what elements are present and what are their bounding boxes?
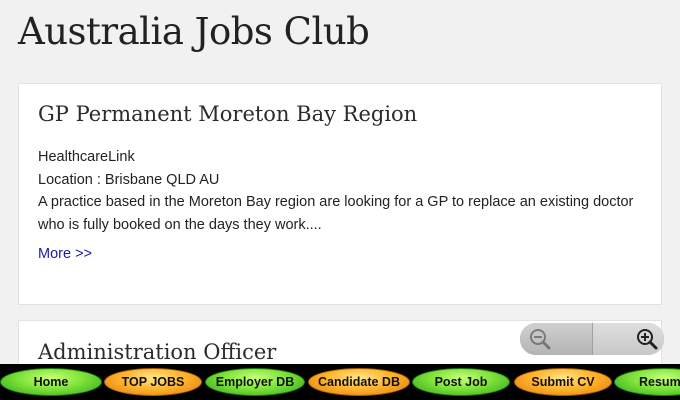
nav-post-job[interactable]: Post Job <box>412 368 510 396</box>
zoom-in-icon <box>637 329 658 350</box>
nav-home[interactable]: Home <box>0 368 102 396</box>
job-title[interactable]: Administration Officer <box>38 340 276 364</box>
zoom-in-button[interactable] <box>592 323 664 355</box>
nav-employer-db[interactable]: Employer DB <box>205 368 305 396</box>
job-description: A practice based in the Moreton Bay regi… <box>38 194 634 233</box>
nav-top-jobs[interactable]: TOP JOBS <box>104 368 202 396</box>
page: Australia Jobs Club GP Permanent Moreton… <box>0 0 680 400</box>
more-link[interactable]: More >> <box>38 246 92 262</box>
job-details: HealthcareLink Location : Brisbane QLD A… <box>38 146 648 236</box>
zoom-control <box>520 323 664 355</box>
nav-resume[interactable]: Resum <box>614 368 680 396</box>
site-title: Australia Jobs Club <box>18 10 370 53</box>
job-company: HealthcareLink <box>38 149 135 165</box>
bottom-nav: Home TOP JOBS Employer DB Candidate DB P… <box>0 364 680 400</box>
zoom-out-icon <box>530 329 551 350</box>
nav-submit-cv[interactable]: Submit CV <box>514 368 612 396</box>
nav-candidate-db[interactable]: Candidate DB <box>308 368 410 396</box>
job-title[interactable]: GP Permanent Moreton Bay Region <box>38 102 417 126</box>
zoom-out-button[interactable] <box>520 323 592 355</box>
job-card: GP Permanent Moreton Bay Region Healthca… <box>18 83 662 305</box>
job-location: Location : Brisbane QLD AU <box>38 171 220 188</box>
